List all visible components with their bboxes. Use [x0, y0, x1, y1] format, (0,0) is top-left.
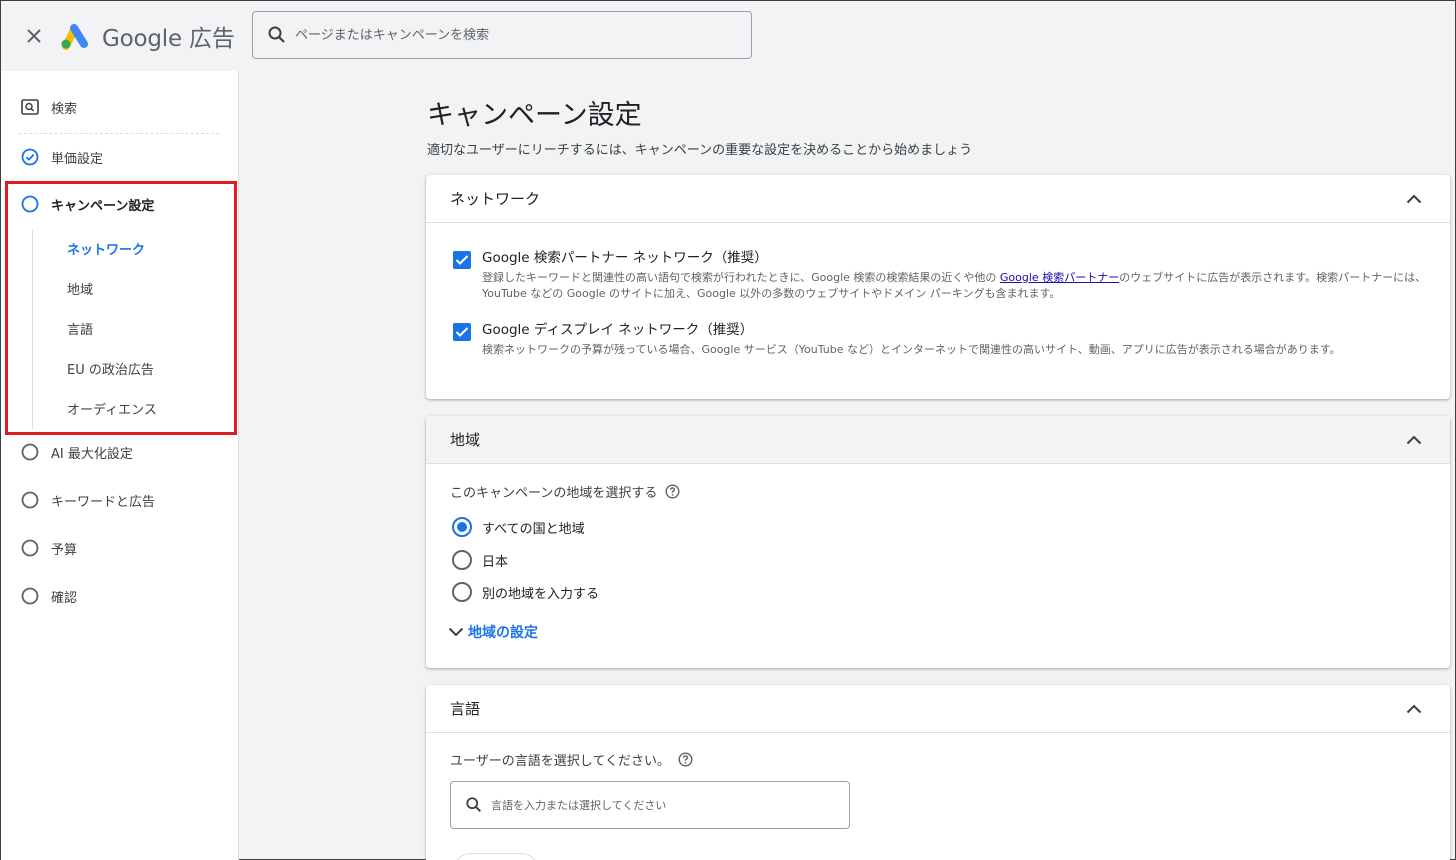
languages-card-header[interactable]: 言語	[426, 685, 1450, 733]
radio-button[interactable]	[452, 517, 472, 537]
sidebar-subitem-eu-political-ads[interactable]: EU の政治広告	[67, 357, 154, 379]
collapse-button[interactable]	[1402, 697, 1426, 721]
locations-card: 地域 このキャンペーンの地域を選択する すべての国と地域 日本 別の地域を入力す…	[426, 416, 1450, 668]
chevron-up-icon	[1406, 704, 1422, 713]
page-subtitle: 適切なユーザーにリーチするには、キャンペーンの重要な設定を決めることから始めまし…	[427, 143, 973, 158]
languages-label-row: ユーザーの言語を選択してください。	[450, 750, 693, 769]
display-network-desc: 検索ネットワークの予算が残っている場合、Google サービス（YouTube …	[482, 343, 1341, 356]
sidebar-item-label: キャンペーン設定	[51, 198, 155, 214]
card-title: 言語	[450, 700, 481, 718]
sidebar: 検索 単価設定 キャンペーン設定 ネットワーク 地域 言語 EU の政治広告 オ…	[1, 71, 239, 860]
search-icon	[268, 26, 285, 43]
chevron-up-icon	[1406, 194, 1422, 203]
network-card-header[interactable]: ネットワーク	[426, 175, 1450, 223]
search-icon	[466, 797, 482, 813]
logo-text: Google 広告	[102, 26, 235, 52]
sidebar-subitem-network[interactable]: ネットワーク	[67, 237, 145, 259]
network-card: ネットワーク Google 検索パートナー ネットワーク（推奨） 登録したキーワ…	[426, 175, 1450, 399]
search-box-icon	[21, 98, 39, 116]
radio-button[interactable]	[452, 582, 472, 602]
close-button[interactable]	[14, 16, 54, 56]
sidebar-subitem-locations[interactable]: 地域	[67, 277, 93, 299]
sidebar-item-label: 予算	[51, 542, 78, 558]
circle-icon	[21, 491, 39, 509]
search-partners-title: Google 検索パートナー ネットワーク（推奨）	[482, 250, 768, 266]
help-icon[interactable]	[678, 752, 693, 767]
location-option-other[interactable]: 別の地域を入力する	[452, 582, 599, 602]
sidebar-item-label: 検索	[51, 101, 78, 117]
chevron-down-icon	[448, 627, 464, 637]
collapse-button[interactable]	[1402, 187, 1426, 211]
sidebar-item-keywords-ads[interactable]: キーワードと広告	[21, 488, 155, 512]
display-network-title: Google ディスプレイ ネットワーク（推奨）	[482, 322, 754, 338]
card-title: 地域	[450, 431, 481, 449]
language-search-box[interactable]	[450, 781, 850, 829]
sidebar-item-label: 単価設定	[51, 151, 104, 167]
search-partners-link[interactable]: Google 検索パートナー	[1000, 271, 1119, 284]
sidebar-divider	[19, 133, 219, 134]
chevron-up-icon	[1406, 435, 1422, 444]
circle-icon	[21, 443, 39, 461]
locations-card-header[interactable]: 地域	[426, 416, 1450, 464]
sidebar-subitem-audiences[interactable]: オーディエンス	[67, 397, 157, 419]
check-circle-icon	[21, 148, 39, 166]
languages-card: 言語 ユーザーの言語を選択してください。	[426, 685, 1450, 860]
sidebar-item-review[interactable]: 確認	[21, 584, 77, 608]
checkmark-icon	[455, 327, 469, 337]
sidebar-item-label: キーワードと広告	[51, 494, 156, 510]
google-ads-logo-icon	[61, 24, 88, 50]
search-partners-option: Google 検索パートナー ネットワーク（推奨） 登録したキーワードと関連性の…	[453, 249, 1432, 302]
google-ads-logo[interactable]: Google 広告	[60, 19, 235, 53]
circle-icon	[21, 587, 39, 605]
search-partners-desc: 登録したキーワードと関連性の高い語句で検索が行われたときに、Google 検索の…	[482, 271, 1427, 300]
close-icon	[27, 29, 41, 43]
location-option-label: 日本	[482, 554, 509, 570]
location-option-japan[interactable]: 日本	[452, 550, 508, 570]
sidebar-item-ai-max[interactable]: AI 最大化設定	[21, 440, 133, 464]
collapse-button[interactable]	[1402, 428, 1426, 452]
language-search-input[interactable]	[491, 798, 831, 812]
location-option-all[interactable]: すべての国と地域	[452, 517, 585, 537]
sidebar-item-budget[interactable]: 予算	[21, 536, 77, 560]
page-search-box[interactable]	[252, 11, 752, 59]
locations-label: このキャンペーンの地域を選択する	[450, 486, 658, 501]
circle-icon	[21, 539, 39, 557]
sidebar-item-bidding[interactable]: 単価設定	[21, 145, 103, 169]
location-option-label: すべての国と地域	[482, 521, 585, 537]
page-title: キャンペーン設定	[427, 100, 642, 131]
radio-button[interactable]	[452, 550, 472, 570]
display-network-option: Google ディスプレイ ネットワーク（推奨） 検索ネットワークの予算が残って…	[453, 321, 1432, 358]
location-settings-expander[interactable]: 地域の設定	[448, 622, 538, 642]
sidebar-item-search[interactable]: 検索	[21, 95, 77, 119]
location-settings-label: 地域の設定	[468, 625, 538, 641]
sidebar-item-label: AI 最大化設定	[51, 446, 133, 462]
search-input[interactable]	[295, 27, 735, 43]
sub-items-rail	[32, 229, 33, 429]
search-partners-checkbox[interactable]	[453, 251, 471, 269]
display-network-checkbox[interactable]	[453, 323, 471, 341]
language-chip[interactable]	[454, 853, 538, 860]
sidebar-subitem-languages[interactable]: 言語	[67, 317, 93, 339]
help-icon[interactable]	[665, 484, 680, 499]
sidebar-item-label: 確認	[51, 590, 78, 606]
top-bar: Google 広告	[1, 1, 1455, 71]
card-title: ネットワーク	[450, 190, 541, 208]
circle-icon	[21, 195, 39, 213]
languages-label: ユーザーの言語を選択してください。	[450, 754, 670, 769]
locations-label-row: このキャンペーンの地域を選択する	[450, 482, 680, 501]
sidebar-item-campaign-settings[interactable]: キャンペーン設定	[21, 192, 154, 216]
checkmark-icon	[455, 255, 469, 265]
location-option-label: 別の地域を入力する	[482, 586, 600, 602]
